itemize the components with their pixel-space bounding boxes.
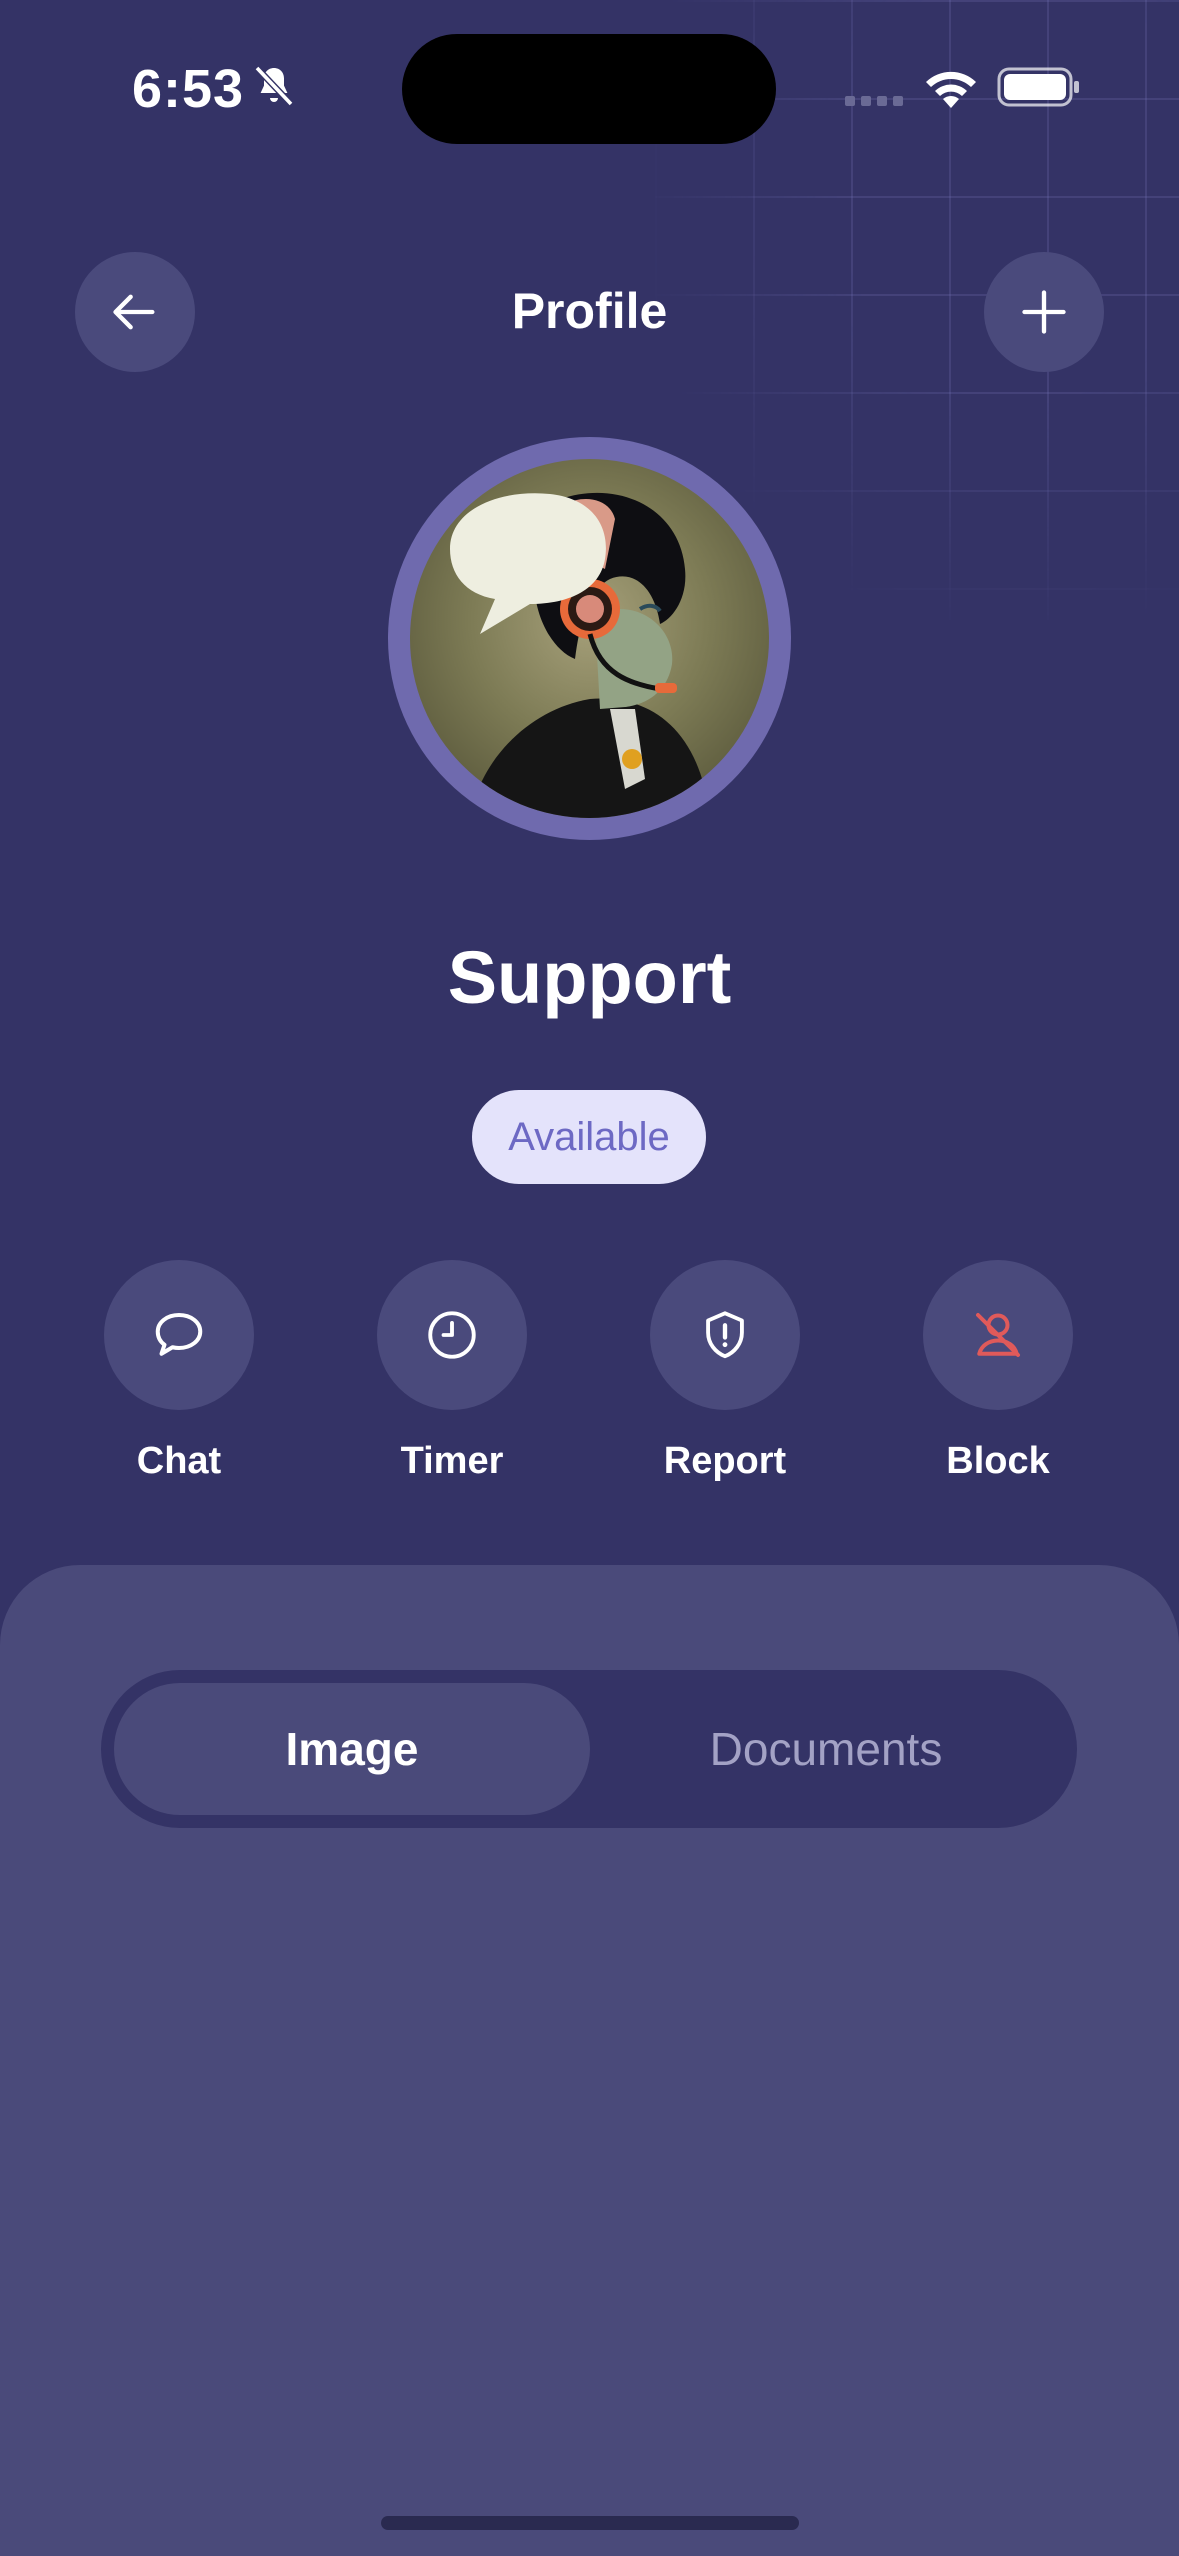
wifi-icon (926, 71, 976, 108)
clock-icon (428, 1311, 476, 1359)
profile-name: Support (447, 936, 732, 1019)
report-label: Report (663, 1440, 787, 1482)
cellular-signal-icon (845, 96, 903, 106)
add-button[interactable] (984, 252, 1104, 372)
home-indicator[interactable] (381, 2516, 799, 2530)
tab-documents[interactable]: Documents (588, 1683, 1064, 1815)
block-button[interactable] (923, 1260, 1073, 1410)
avatar-image (410, 459, 769, 818)
status-time: 6:53 (132, 59, 245, 119)
bell-slash-icon (254, 65, 294, 107)
plus-icon (1022, 290, 1066, 334)
chat-action[interactable]: Chat (79, 1260, 279, 1483)
shield-alert-icon (706, 1311, 744, 1359)
timer-action[interactable]: Timer (352, 1260, 552, 1483)
block-action[interactable]: Block (898, 1260, 1098, 1483)
media-panel: Image Documents (0, 1565, 1179, 2556)
chat-bubble-icon (155, 1313, 203, 1356)
timer-label: Timer (400, 1440, 504, 1482)
dynamic-island (402, 34, 776, 144)
chat-button[interactable] (104, 1260, 254, 1410)
block-label: Block (946, 1440, 1050, 1482)
tab-image[interactable]: Image (114, 1683, 590, 1815)
report-action[interactable]: Report (625, 1260, 825, 1483)
report-button[interactable] (650, 1260, 800, 1410)
avatar (388, 437, 791, 840)
timer-button[interactable] (377, 1260, 527, 1410)
media-tab-switcher: Image Documents (101, 1670, 1077, 1828)
user-blocked-icon (976, 1313, 1020, 1357)
battery-icon (997, 67, 1079, 107)
chat-label: Chat (136, 1440, 222, 1482)
status-badge: Available (472, 1090, 706, 1184)
